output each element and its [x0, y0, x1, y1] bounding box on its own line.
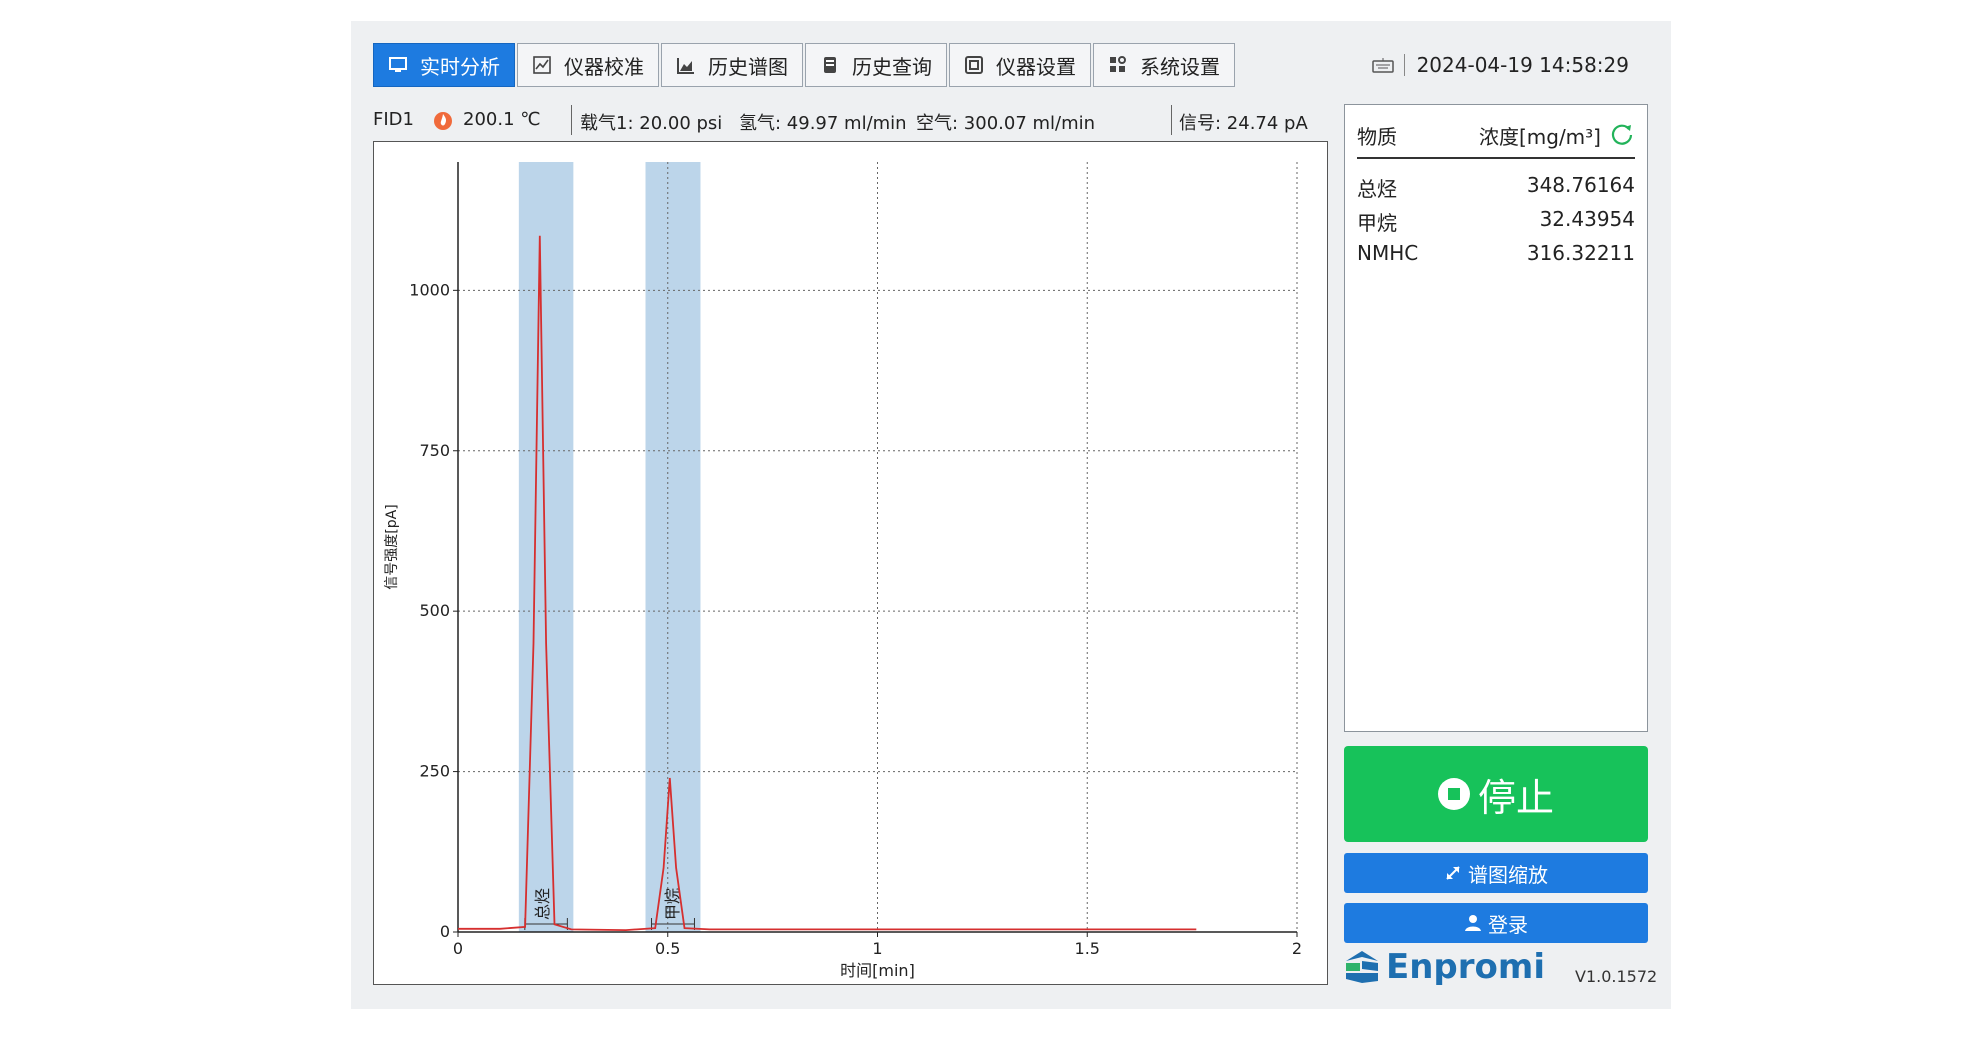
tab-system-settings[interactable]: 系统设置 — [1093, 43, 1235, 87]
status-bar: FID1 200.1 ℃ 载气1: 20.00 psi 氢气: 49.97 ml… — [373, 105, 1325, 135]
tab-instrument-settings[interactable]: 仪器设置 — [949, 43, 1091, 87]
tab-instrument-calibration[interactable]: 仪器校准 — [517, 43, 659, 87]
zoom-chart-button[interactable]: 谱图缩放 — [1344, 853, 1648, 893]
x-tick-label: 2 — [1292, 939, 1302, 958]
detector-label: FID1 — [373, 109, 414, 130]
tab-label: 历史谱图 — [708, 54, 788, 79]
y-tick-label: 1000 — [409, 280, 450, 299]
concentration-value: 316.32211 — [1526, 241, 1635, 265]
user-icon — [1465, 915, 1481, 931]
refresh-icon[interactable] — [1609, 121, 1635, 147]
tab-realtime-analysis[interactable]: 实时分析 — [373, 43, 515, 87]
login-button[interactable]: 登录 — [1344, 903, 1648, 943]
keyboard-icon[interactable] — [1371, 57, 1394, 73]
tab-label: 仪器校准 — [564, 54, 644, 79]
carrier-gas-value: 载气1: 20.00 psi — [580, 113, 723, 134]
stop-label: 停止 — [1477, 775, 1554, 820]
calibration-icon — [532, 56, 552, 74]
expand-icon — [1446, 866, 1460, 880]
result-row: 甲烷 32.43954 — [1357, 207, 1635, 237]
datetime-text: 2024-04-19 14:58:29 — [1416, 53, 1629, 77]
substance-name: 总烃 — [1357, 177, 1397, 201]
login-label: 登录 — [1488, 912, 1528, 937]
instrument-icon — [964, 56, 984, 74]
results-panel: 物质 浓度[mg/m³] 总烃 348.76164 甲烷 32.43954 NM… — [1344, 104, 1648, 732]
stop-button[interactable]: 停止 — [1344, 746, 1648, 842]
temperature-value: 200.1 ℃ — [463, 109, 541, 130]
tab-label: 仪器设置 — [996, 54, 1076, 79]
x-tick-label: 0.5 — [655, 939, 680, 958]
chromatogram-svg: 0 0.5 1 1.5 2 0 250 500 750 1000 时间[min] 信号强度[pA] 总烃… — [384, 162, 1302, 980]
divider — [571, 105, 572, 135]
substance-name: 甲烷 — [1357, 211, 1397, 235]
air-value: 空气: 300.07 ml/min — [916, 113, 1096, 134]
divider — [1171, 105, 1172, 135]
tab-label: 实时分析 — [420, 54, 500, 79]
app-window: 实时分析 仪器校准 历史谱图 历史查询 仪器设置 系统设置 2024-04-19… — [351, 21, 1671, 1009]
brand-name: Enpromi — [1386, 947, 1545, 987]
concentration-value: 348.76164 — [1526, 173, 1635, 197]
y-tick-label: 500 — [419, 601, 450, 620]
y-tick-label: 750 — [419, 441, 450, 460]
monitor-icon — [388, 56, 408, 74]
integration-band — [518, 162, 574, 932]
chromatogram-chart[interactable]: 0 0.5 1 1.5 2 0 250 500 750 1000 时间[min] 信号强度[pA] 总烃… — [373, 141, 1328, 985]
y-tick-label: 250 — [419, 762, 450, 781]
main-tabs: 实时分析 仪器校准 历史谱图 历史查询 仪器设置 系统设置 — [373, 43, 1237, 89]
grid-settings-icon — [1108, 56, 1128, 74]
database-icon — [820, 56, 840, 74]
substance-name: NMHC — [1357, 241, 1419, 265]
x-tick-label: 1.5 — [1075, 939, 1100, 958]
result-row: 总烃 348.76164 — [1357, 173, 1635, 203]
substance-header: 物质 — [1357, 125, 1397, 149]
y-tick-label: 0 — [440, 922, 450, 941]
x-axis-title: 时间[min] — [840, 961, 915, 980]
divider — [1403, 54, 1405, 76]
flame-icon — [434, 112, 452, 130]
peak-label: 总烃 — [533, 888, 552, 920]
tab-label: 系统设置 — [1140, 54, 1220, 79]
x-tick-label: 0 — [453, 939, 463, 958]
brand-logo: Enpromi — [1344, 947, 1545, 987]
concentration-value: 32.43954 — [1539, 207, 1635, 231]
results-header: 物质 浓度[mg/m³] — [1357, 117, 1635, 159]
tab-history-chromatogram[interactable]: 历史谱图 — [661, 43, 803, 87]
y-axis-title: 信号强度[pA] — [384, 504, 400, 589]
version-label: V1.0.1572 — [1575, 967, 1658, 986]
result-row: NMHC 316.32211 — [1357, 241, 1635, 271]
concentration-header: 浓度[mg/m³] — [1478, 125, 1601, 149]
hydrogen-value: 氢气: 49.97 ml/min — [739, 113, 907, 134]
tab-history-query[interactable]: 历史查询 — [805, 43, 947, 87]
brand-mark-icon — [1346, 951, 1378, 983]
zoom-label: 谱图缩放 — [1468, 862, 1548, 887]
signal-value: 信号: 24.74 pA — [1179, 113, 1308, 134]
x-tick-label: 1 — [872, 939, 882, 958]
datetime-display: 2024-04-19 14:58:29 — [1371, 53, 1629, 77]
tab-label: 历史查询 — [852, 54, 932, 79]
stop-icon — [1437, 778, 1470, 810]
chart-icon — [676, 56, 696, 74]
